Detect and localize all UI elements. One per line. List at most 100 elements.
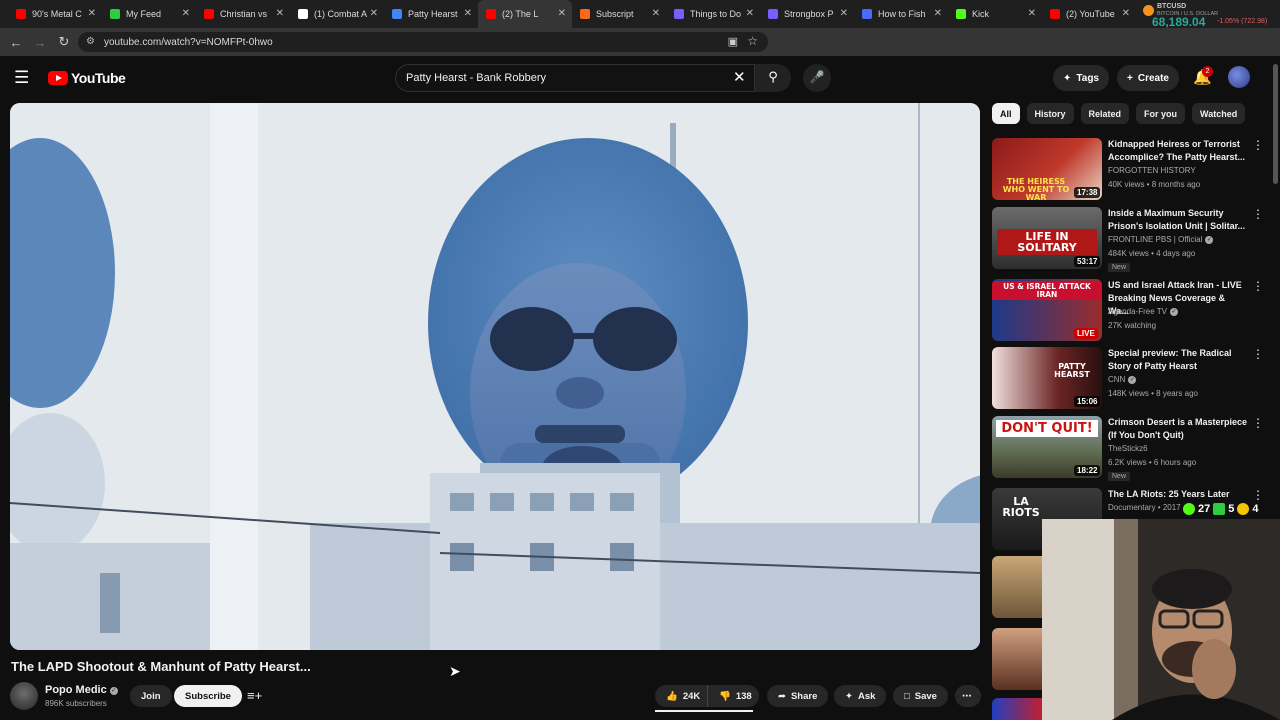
tab-favicon-icon [1050,9,1060,19]
back-icon[interactable]: ← [4,35,28,50]
browser-tab[interactable]: My Feed ✕ [102,0,196,28]
browser-tab[interactable]: Kick ✕ [948,0,1042,28]
create-button[interactable]: + Create [1117,65,1179,91]
recommendation-title: Crimson Desert is a Masterpiece (If You … [1108,417,1248,440]
subscribe-button[interactable]: Subscribe [174,685,242,707]
address-bar-row: ← → ↻ ⚙ youtube.com/watch?v=NOMFPt-0hwo … [0,28,1280,77]
tags-button[interactable]: ✦ Tags [1053,65,1109,91]
video-thumbnail[interactable] [992,698,1042,720]
browser-tab[interactable]: (2) YouTube ✕ [1042,0,1136,28]
search-input[interactable]: Patty Hearst - Bank Robbery [395,64,755,92]
like-button[interactable]: 👍 24K [655,685,707,707]
recommendation-title: Kidnapped Heiress or Terrorist Accomplic… [1108,139,1246,162]
join-button[interactable]: Join [130,685,172,707]
recommendation-channel: CNN ✓ [1108,375,1137,384]
ticker-price: 68,189.04 [1152,15,1206,29]
more-options-icon[interactable]: ⋮ [1252,279,1264,293]
tab-close-icon[interactable]: ✕ [1028,8,1036,19]
install-app-icon[interactable]: ▣ [728,35,738,48]
browser-tab[interactable]: Christian vs ✕ [196,0,290,28]
tab-close-icon[interactable]: ✕ [88,8,96,19]
search-query: Patty Hearst - Bank Robbery [406,72,547,84]
chip-history[interactable]: History [1026,103,1074,124]
bookmark-star-icon[interactable]: ☆ [747,34,758,48]
more-options-icon[interactable]: ⋮ [1252,347,1264,361]
recommendation-item[interactable]: DON'T QUIT! 18:22 Crimson Desert is a Ma… [992,416,1270,481]
more-options-icon[interactable]: ⋮ [1252,207,1264,221]
play-icon [1213,503,1226,515]
tags-icon: ✦ [1063,72,1072,84]
browser-tab[interactable]: Subscript ✕ [572,0,666,28]
bookmark-icon: □ [904,690,910,702]
video-thumbnail[interactable] [992,628,1042,690]
recommendation-item[interactable]: PATTY HEARST 15:06 Special preview: The … [992,347,1270,411]
chip-for-you[interactable]: For you [1136,103,1186,124]
more-actions-button[interactable]: ⋯ [955,685,981,707]
chip-watched[interactable]: Watched [1192,103,1246,124]
save-button[interactable]: □ Save [893,685,948,707]
dislike-count: 138 [735,690,752,702]
channel-avatar[interactable] [10,682,38,710]
browser-tab[interactable]: (1) Combat A ✕ [290,0,384,28]
tab-close-icon[interactable]: ✕ [840,8,848,19]
tab-close-icon[interactable]: ✕ [276,8,284,19]
menu-icon[interactable]: ☰ [14,68,29,88]
site-info-icon[interactable]: ⚙ [86,36,95,47]
more-options-icon[interactable]: ⋮ [1252,488,1264,502]
account-avatar[interactable] [1228,66,1250,88]
tab-label: Kick [972,9,990,19]
recommendation-item[interactable]: US & ISRAEL ATTACK IRAN LIVE US and Isra… [992,279,1270,343]
add-to-playlist-icon[interactable]: ≡+ [247,688,262,703]
youtube-logo[interactable]: YouTube [48,70,126,86]
tab-close-icon[interactable]: ✕ [652,8,660,19]
dislike-button[interactable]: 👎 138 [707,685,759,707]
thumbnail-caption: PATTY HEARST [1054,362,1090,379]
tab-close-icon[interactable]: ✕ [746,8,754,19]
channel-name[interactable]: Popo Medic ✓ [45,684,118,696]
recommendation-channel-text: CNN [1108,375,1126,384]
tab-label: Patty Hearst [408,9,458,19]
tab-label: (1) Combat A [314,9,368,19]
browser-tab[interactable]: Strongbox P ✕ [760,0,854,28]
recommendation-meta: 40K views • 8 months ago [1108,180,1201,189]
tab-close-icon[interactable]: ✕ [1122,8,1130,19]
clear-search-icon[interactable]: ✕ [733,68,746,86]
overlay-count: 4 [1252,503,1259,515]
chip-related[interactable]: Related [1080,103,1130,124]
recommendation-item[interactable]: THE HEIRESS WHO WENT TO WAR 17:38 Kidnap… [992,138,1270,202]
tab-close-icon[interactable]: ✕ [182,8,190,19]
browser-tab[interactable]: 90's Metal C ✕ [8,0,102,28]
video-duration: 18:22 [1074,465,1101,476]
more-options-icon[interactable]: ⋮ [1252,416,1264,430]
share-button[interactable]: ➦ Share [767,685,829,707]
chip-all[interactable]: All [992,103,1020,124]
sidebar-scrollbar[interactable] [1273,64,1278,184]
recommendation-meta: 148K views • 8 years ago [1108,389,1198,398]
browser-tab[interactable]: Patty Hearst ✕ [384,0,478,28]
more-options-icon[interactable]: ⋮ [1252,138,1264,152]
tab-close-icon[interactable]: ✕ [370,8,378,19]
thumbnail-caption: US & ISRAEL ATTACK IRAN [992,281,1102,300]
tab-label: Strongbox P [784,9,834,19]
video-thumbnail[interactable] [992,556,1042,618]
tab-close-icon[interactable]: ✕ [464,8,472,19]
browser-tab[interactable]: (2) The L ✕ [478,0,572,28]
tab-close-icon[interactable]: ✕ [558,8,566,19]
btc-ticker-widget[interactable]: BTCUSD BITCOIN / U.S. DOLLAR 68,189.04 -… [1139,3,1274,29]
forward-icon[interactable]: → [28,35,52,50]
browser-tab[interactable]: Things to Do ✕ [666,0,760,28]
voice-search-icon[interactable]: 🎤 [803,64,831,92]
browser-tab[interactable]: How to Fish ✕ [854,0,948,28]
tab-favicon-icon [298,9,308,19]
tab-favicon-icon [110,9,120,19]
reload-icon[interactable]: ↻ [52,34,76,50]
recommendation-title: Special preview: The Radical Story of Pa… [1108,348,1232,371]
ask-button[interactable]: ✦ Ask [834,685,887,707]
recommendation-item[interactable]: LIFE IN SOLITARY 53:17 Inside a Maximum … [992,207,1270,272]
tab-close-icon[interactable]: ✕ [934,8,942,19]
search-button[interactable]: ⚲ [755,64,791,92]
verified-icon: ✓ [1170,308,1178,316]
tab-label: Subscript [596,9,634,19]
video-player[interactable] [10,103,980,650]
url-field[interactable]: ⚙ youtube.com/watch?v=NOMFPt-0hwo ▣ ☆ [78,32,768,52]
